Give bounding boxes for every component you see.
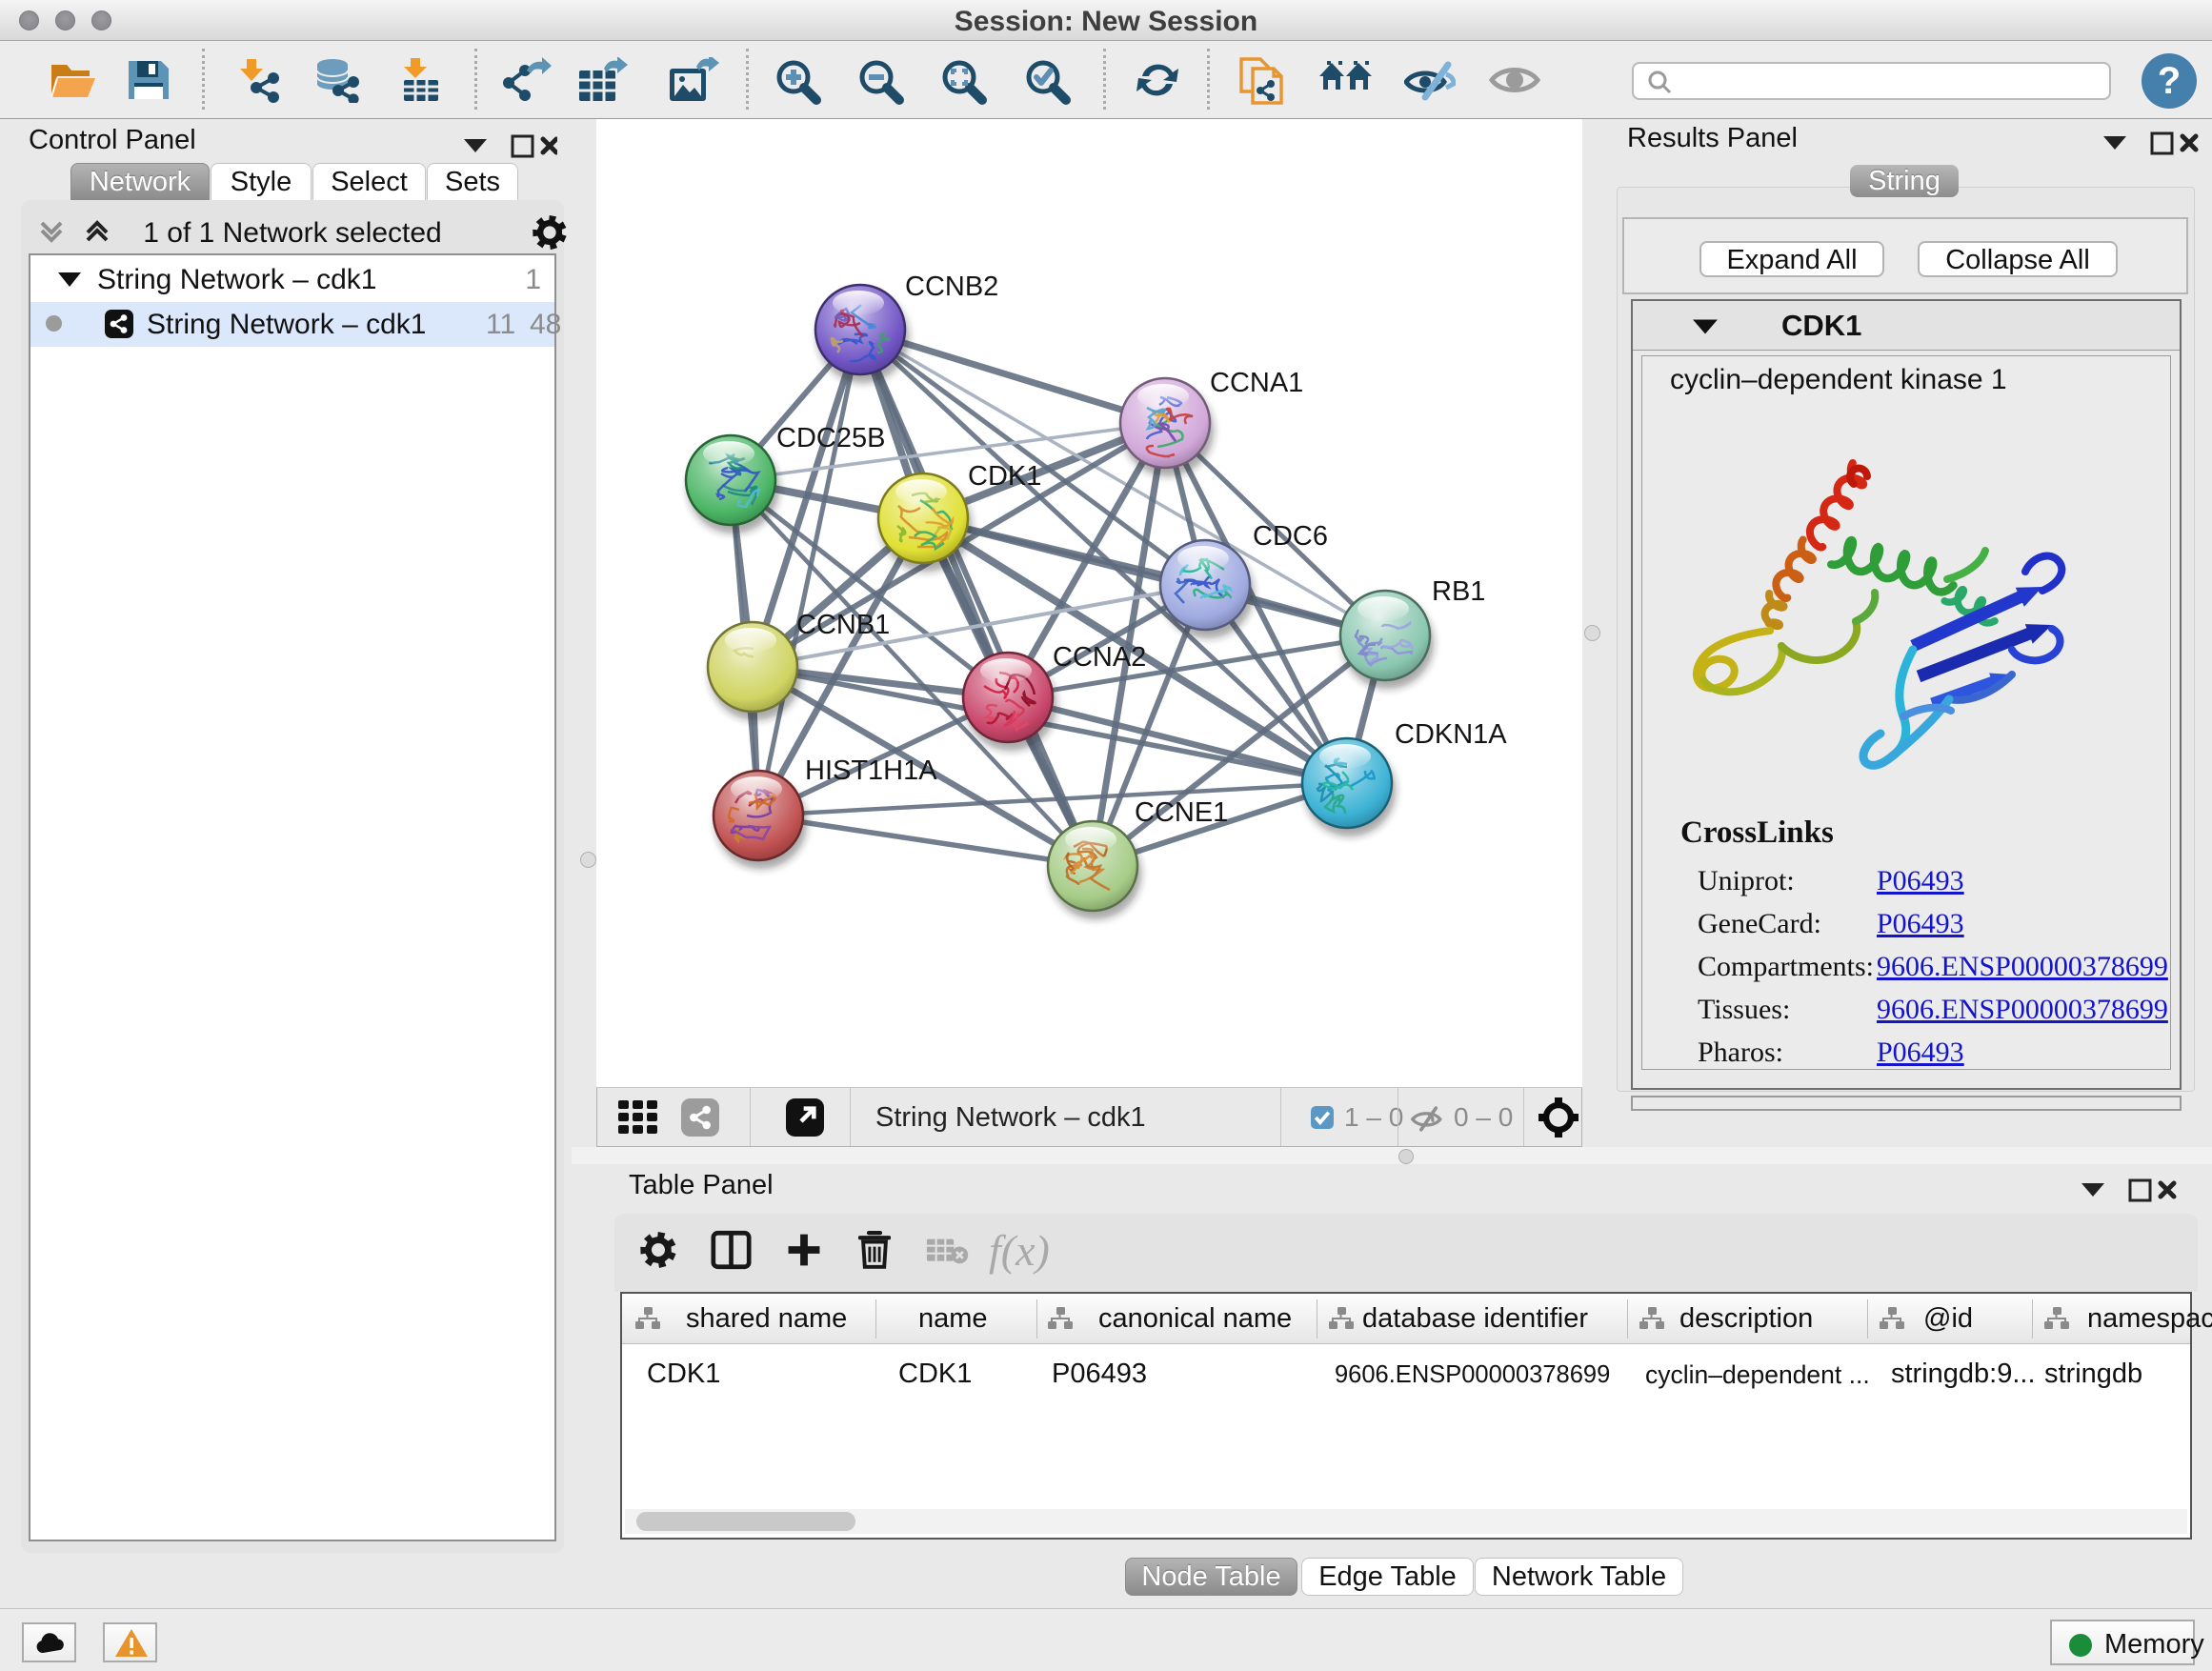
svg-text:CDC6: CDC6: [1253, 521, 1328, 552]
svg-text:CCNA1: CCNA1: [1210, 368, 1303, 398]
svg-text:CCNB2: CCNB2: [905, 272, 998, 302]
svg-text:CCNA2: CCNA2: [1053, 642, 1146, 673]
svg-text:CDC25B: CDC25B: [776, 423, 885, 453]
svg-text:?: ?: [2158, 60, 2181, 102]
svg-text:CCNB1: CCNB1: [796, 610, 890, 640]
svg-text:CDK1: CDK1: [968, 461, 1041, 492]
svg-text:RB1: RB1: [1432, 576, 1485, 607]
svg-text:HIST1H1A: HIST1H1A: [805, 755, 937, 786]
svg-text:CCNE1: CCNE1: [1135, 797, 1228, 828]
svg-text:CDKN1A: CDKN1A: [1395, 719, 1507, 750]
